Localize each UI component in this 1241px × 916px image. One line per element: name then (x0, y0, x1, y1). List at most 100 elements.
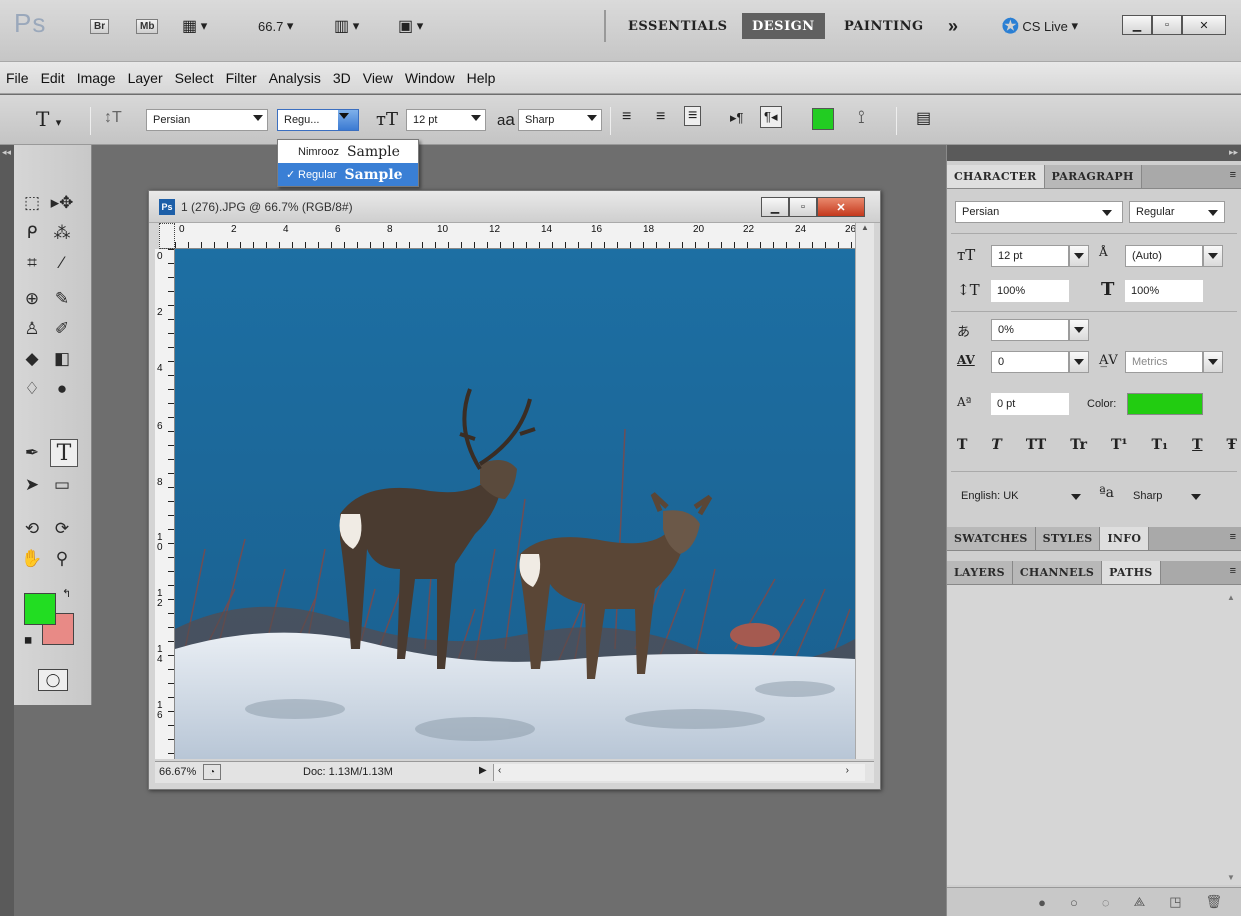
leading-dropdown[interactable] (1203, 245, 1223, 267)
anti-aliasing-select[interactable]: Sharp (518, 109, 602, 131)
tab-paths[interactable]: PATHS (1102, 561, 1161, 584)
faux-italic-button[interactable]: T (991, 437, 1001, 453)
hand-tool-icon[interactable]: ✋ (18, 545, 46, 573)
status-icon[interactable]: ◔ (203, 764, 221, 780)
zoom-tool-icon[interactable]: ⚲ (48, 545, 76, 573)
ltr-direction-icon[interactable]: ▸¶ (730, 110, 744, 126)
character-panel-toggle-icon[interactable]: ▤ (916, 108, 931, 128)
collapse-arrow-icon[interactable]: ◂◂ (2, 147, 11, 158)
menu-image[interactable]: Image (77, 70, 116, 86)
crop-tool-icon[interactable]: ⌗ (18, 249, 46, 277)
horizontal-scrollbar[interactable]: ‹ › (493, 764, 865, 781)
rtl-direction-icon[interactable]: ¶◂ (760, 106, 782, 128)
fill-path-icon[interactable]: ● (1038, 895, 1046, 910)
menu-layer[interactable]: Layer (128, 70, 163, 86)
history-brush-tool-icon[interactable]: ✐ (48, 315, 76, 343)
char-font-style-select[interactable]: Regular (1129, 201, 1225, 223)
zoom-level-menu[interactable]: 66.7 ▾ (258, 14, 293, 38)
panel-menu-icon[interactable]: ≡ (1224, 561, 1241, 584)
font-style-option-nimrooz[interactable]: Nimrooz Sample (278, 140, 418, 163)
tool-preset-picker[interactable]: T ▾ (36, 107, 61, 131)
doc-close-button[interactable]: ✕ (817, 197, 865, 217)
vertical-scrollbar[interactable]: ▲ (855, 223, 874, 759)
swap-colors-icon[interactable]: ↰ (62, 587, 71, 600)
expand-arrow-icon[interactable]: ▸▸ (1229, 147, 1238, 158)
char-font-size-field[interactable]: 12 pt (991, 245, 1069, 267)
make-work-path-icon[interactable]: ⟁ (1134, 894, 1146, 910)
font-family-select[interactable]: Persian (146, 109, 268, 131)
align-center-icon[interactable]: ≡ (656, 108, 665, 126)
maximize-button[interactable]: ▫ (1152, 15, 1182, 35)
minibridge-button[interactable]: Mb (136, 14, 159, 38)
faux-bold-button[interactable]: T (957, 437, 967, 453)
all-caps-button[interactable]: TT (1026, 437, 1046, 453)
paths-list[interactable] (947, 585, 1241, 885)
stroke-path-icon[interactable]: ○ (1070, 895, 1078, 910)
tab-character[interactable]: CHARACTER (947, 165, 1045, 188)
char-leading-field[interactable]: (Auto) (1125, 245, 1203, 267)
minimize-button[interactable]: ▁ (1122, 15, 1152, 35)
3d-rotate-tool-icon[interactable]: ⟲ (18, 515, 46, 543)
canvas-image[interactable] (175, 249, 855, 759)
path-selection-tool-icon[interactable]: ➤ (18, 471, 46, 499)
workspace-essentials[interactable]: ESSENTIALS (628, 14, 728, 38)
workspace-painting[interactable]: PAINTING (844, 14, 924, 38)
lasso-tool-icon[interactable]: ᑭ (18, 219, 46, 247)
doc-maximize-button[interactable]: ▫ (789, 197, 817, 217)
kerning-field[interactable]: Metrics (1125, 351, 1203, 373)
menu-file[interactable]: File (6, 70, 29, 86)
menu-view[interactable]: View (363, 70, 393, 86)
view-extras-button[interactable]: ▦ ▾ (182, 14, 207, 38)
doc-minimize-button[interactable]: ▁ (761, 197, 789, 217)
menu-window[interactable]: Window (405, 70, 455, 86)
char-anti-aliasing-select[interactable]: Sharp (1127, 485, 1207, 507)
tab-swatches[interactable]: SWATCHES (947, 527, 1036, 550)
small-caps-button[interactable]: Tr (1070, 437, 1087, 453)
move-tool-icon[interactable]: ▸✥ (48, 189, 76, 217)
zoom-percentage-field[interactable]: 66.67% (159, 766, 196, 778)
tab-channels[interactable]: CHANNELS (1012, 561, 1103, 584)
new-path-icon[interactable]: ◳ (1169, 894, 1181, 910)
subscript-button[interactable]: T₁ (1152, 437, 1169, 453)
eyedropper-tool-icon[interactable]: ⁄ (48, 249, 76, 277)
default-colors-icon[interactable]: ◼ (24, 635, 32, 646)
scroll-left-icon[interactable]: ‹ (498, 765, 501, 776)
tsume-field[interactable]: 0% (991, 319, 1069, 341)
quick-mask-button[interactable]: ◯ (38, 669, 68, 691)
align-right-icon[interactable]: ≡ (684, 106, 702, 126)
screen-mode-button[interactable]: ▣ ▾ (398, 14, 423, 38)
brush-tool-icon[interactable]: ✎ (48, 285, 76, 313)
scroll-up-icon[interactable]: ▲ (1227, 593, 1235, 602)
tab-info[interactable]: INFO (1100, 527, 1150, 550)
foreground-color-swatch[interactable] (24, 593, 56, 625)
scroll-down-icon[interactable]: ▼ (1227, 873, 1235, 882)
menu-select[interactable]: Select (175, 70, 214, 86)
font-style-option-regular[interactable]: ✓ Regular Sample (278, 163, 418, 186)
gradient-tool-icon[interactable]: ◧ (48, 345, 76, 373)
character-color-swatch[interactable] (1127, 393, 1203, 415)
eraser-tool-icon[interactable]: ◆ (18, 345, 46, 373)
blur-tool-icon[interactable]: ♢ (18, 375, 46, 403)
marquee-tool-icon[interactable]: ⬚ (18, 189, 46, 217)
status-menu-icon[interactable]: ▶ (479, 765, 487, 776)
tab-layers[interactable]: LAYERS (947, 561, 1013, 584)
scroll-right-icon[interactable]: › (846, 765, 849, 776)
font-size-dropdown[interactable] (1069, 245, 1089, 267)
char-font-family-select[interactable]: Persian (955, 201, 1123, 223)
warp-text-icon[interactable]: ⟟ (858, 107, 865, 128)
font-size-select[interactable]: 12 pt (406, 109, 486, 131)
tab-styles[interactable]: STYLES (1035, 527, 1101, 550)
superscript-button[interactable]: T¹ (1111, 437, 1128, 453)
tracking-field[interactable]: 0 (991, 351, 1069, 373)
workspace-design[interactable]: DESIGN (742, 13, 825, 39)
scroll-up-icon[interactable]: ▲ (856, 223, 874, 232)
panel-menu-icon[interactable]: ≡ (1224, 527, 1241, 550)
align-left-icon[interactable]: ≡ (622, 108, 631, 126)
tracking-dropdown[interactable] (1069, 351, 1089, 373)
cs-live-menu[interactable]: ✪ CS Live ▾ (1002, 14, 1078, 38)
menu-help[interactable]: Help (467, 70, 496, 86)
arrange-documents-button[interactable]: ▥ ▾ (334, 14, 359, 38)
tab-paragraph[interactable]: PARAGRAPH (1044, 165, 1142, 188)
panel-menu-icon[interactable]: ≡ (1224, 165, 1241, 188)
text-orientation-icon[interactable]: ↕T (104, 109, 122, 127)
